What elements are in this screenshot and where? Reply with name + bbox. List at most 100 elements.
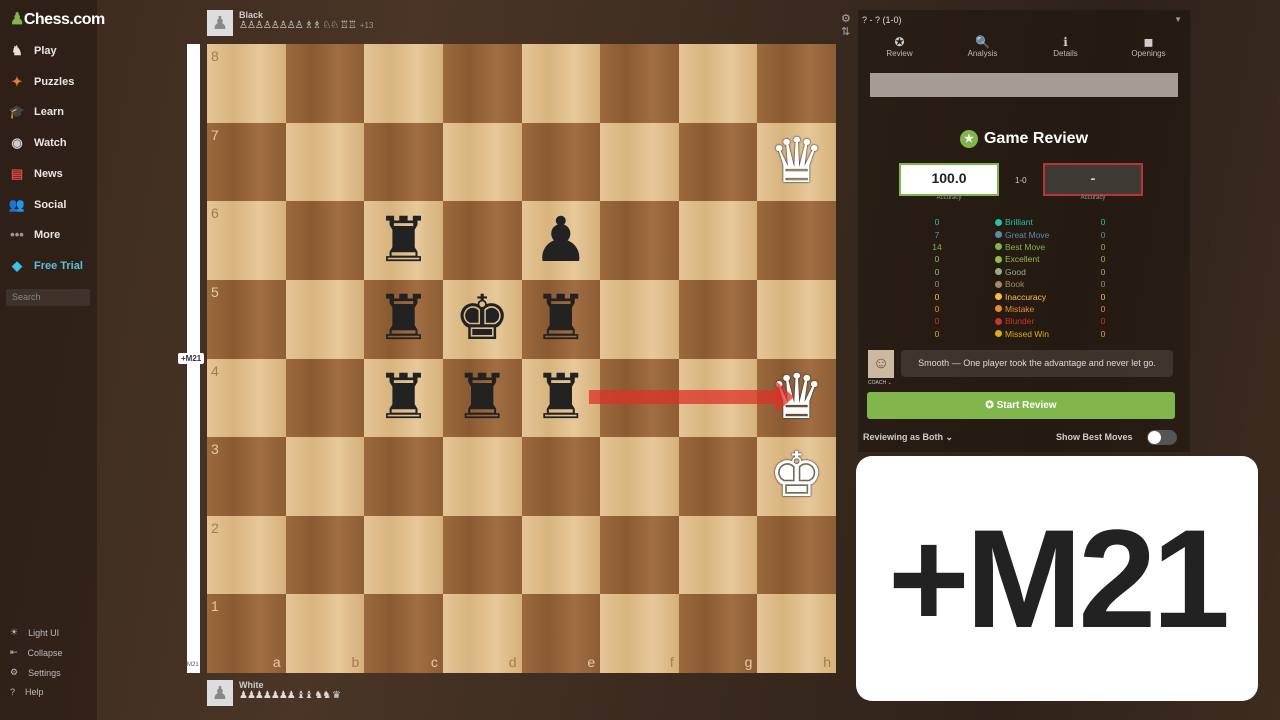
square-h2[interactable] bbox=[757, 515, 836, 595]
chess-board[interactable]: 8 7 ♛ 6 ♜ ♟ 5 ♜ ♚ ♜ 4 ♜ ♜ ♜ ♛ 3 ♚ 2 1 a b c d e f g h bbox=[207, 44, 836, 673]
square-a5[interactable]: 5 bbox=[207, 279, 286, 359]
black-piece[interactable]: ♜ bbox=[454, 366, 510, 429]
sidebar-item-social[interactable]: 👥 Social bbox=[8, 197, 67, 213]
square-d1[interactable]: d bbox=[442, 594, 522, 673]
sidebar-item-learn[interactable]: 🎓 Learn bbox=[8, 104, 64, 120]
tab-analysis[interactable]: 🔍 Analysis bbox=[941, 35, 1024, 58]
search-input[interactable]: Search bbox=[6, 289, 90, 306]
square-g2[interactable] bbox=[678, 515, 758, 595]
chess-logo[interactable]: ♟Chess.com bbox=[10, 9, 105, 29]
sidebar-item-free-trial[interactable]: ◆ Free Trial bbox=[8, 258, 83, 274]
square-d8[interactable] bbox=[442, 44, 522, 123]
square-e7[interactable] bbox=[521, 122, 601, 202]
square-b4[interactable] bbox=[285, 358, 365, 438]
square-f5[interactable] bbox=[600, 279, 679, 359]
avatar[interactable]: ♟ bbox=[207, 680, 233, 706]
square-b3[interactable] bbox=[285, 437, 365, 516]
square-a3[interactable]: 3 bbox=[207, 437, 286, 516]
sidebar-item-more[interactable]: ••• More bbox=[8, 227, 60, 242]
square-h6[interactable] bbox=[757, 201, 836, 280]
square-c6[interactable]: ♜ bbox=[364, 201, 443, 280]
black-piece[interactable]: ♜ bbox=[533, 288, 589, 350]
square-e3[interactable] bbox=[521, 437, 601, 516]
player-name[interactable]: Black bbox=[239, 10, 373, 20]
tab-review[interactable]: ✪ Review bbox=[858, 35, 941, 58]
square-b5[interactable] bbox=[285, 279, 365, 359]
square-a4[interactable]: 4 bbox=[207, 358, 286, 438]
square-a8[interactable]: 8 bbox=[207, 44, 286, 123]
sidebar-settings[interactable]: ⚙ Settings bbox=[10, 667, 61, 678]
square-e2[interactable] bbox=[521, 515, 601, 595]
square-b8[interactable] bbox=[285, 44, 365, 123]
square-b2[interactable] bbox=[285, 515, 365, 595]
square-c4[interactable]: ♜ bbox=[364, 358, 443, 438]
player-name[interactable]: White bbox=[239, 680, 340, 690]
square-f7[interactable] bbox=[600, 122, 679, 202]
square-g8[interactable] bbox=[678, 44, 758, 123]
black-piece[interactable]: ♚ bbox=[454, 288, 510, 350]
show-best-moves-toggle[interactable] bbox=[1147, 430, 1177, 445]
square-h7[interactable]: ♛ bbox=[757, 122, 836, 202]
square-h3[interactable]: ♚ bbox=[757, 437, 836, 516]
chevron-down-icon[interactable]: ▼ bbox=[1174, 15, 1182, 24]
coach-avatar[interactable]: ☺ bbox=[868, 350, 894, 378]
square-f2[interactable] bbox=[600, 515, 679, 595]
square-b7[interactable] bbox=[285, 122, 365, 202]
sidebar-item-puzzles[interactable]: ✦ Puzzles bbox=[8, 74, 75, 90]
black-piece[interactable]: ♜ bbox=[533, 366, 589, 429]
square-h5[interactable] bbox=[757, 279, 836, 359]
sidebar-item-news[interactable]: ▤ News bbox=[8, 166, 63, 182]
board-settings-icon[interactable]: ⚙ ⇅ bbox=[841, 12, 851, 38]
square-c7[interactable] bbox=[364, 122, 443, 202]
square-f3[interactable] bbox=[600, 437, 679, 516]
sidebar-help[interactable]: ? Help bbox=[10, 687, 44, 697]
sidebar-collapse[interactable]: ⇤ Collapse bbox=[10, 647, 63, 658]
square-h8[interactable] bbox=[757, 44, 836, 123]
square-d3[interactable] bbox=[442, 437, 522, 516]
square-g1[interactable]: g bbox=[678, 594, 758, 673]
square-c5[interactable]: ♜ bbox=[364, 279, 443, 359]
eval-graph[interactable] bbox=[870, 73, 1178, 97]
square-e8[interactable] bbox=[521, 44, 601, 123]
square-a7[interactable]: 7 bbox=[207, 122, 286, 202]
square-c2[interactable] bbox=[364, 515, 443, 595]
square-a1[interactable]: 1a bbox=[207, 594, 286, 673]
square-b1[interactable]: b bbox=[285, 594, 365, 673]
white-piece[interactable]: ♚ bbox=[769, 445, 825, 507]
square-g3[interactable] bbox=[678, 437, 758, 516]
start-review-button[interactable]: ✪ Start Review bbox=[867, 392, 1175, 419]
square-a2[interactable]: 2 bbox=[207, 515, 286, 595]
square-d2[interactable] bbox=[442, 515, 522, 595]
square-h1[interactable]: h bbox=[757, 594, 836, 673]
square-c8[interactable] bbox=[364, 44, 443, 123]
white-piece[interactable]: ♛ bbox=[769, 130, 825, 193]
coach-dropdown[interactable]: COACH ⌄ bbox=[868, 380, 892, 386]
square-g7[interactable] bbox=[678, 122, 758, 202]
square-e5[interactable]: ♜ bbox=[521, 279, 601, 359]
square-d7[interactable] bbox=[442, 122, 522, 202]
square-d5[interactable]: ♚ bbox=[442, 279, 522, 359]
square-e6[interactable]: ♟ bbox=[521, 201, 601, 280]
square-d6[interactable] bbox=[442, 201, 522, 280]
sidebar-item-watch[interactable]: ◉ Watch bbox=[8, 135, 66, 151]
square-b6[interactable] bbox=[285, 201, 365, 280]
avatar[interactable]: ♟ bbox=[207, 10, 233, 36]
square-f8[interactable] bbox=[600, 44, 679, 123]
square-f6[interactable] bbox=[600, 201, 679, 280]
tab-openings[interactable]: ◼ Openings bbox=[1107, 35, 1190, 58]
tab-details[interactable]: ℹ Details bbox=[1024, 35, 1107, 58]
square-e1[interactable]: e bbox=[521, 594, 601, 673]
square-a6[interactable]: 6 bbox=[207, 201, 286, 280]
sidebar-light-ui[interactable]: ☀ Light UI bbox=[10, 627, 59, 638]
sidebar-item-play[interactable]: ♞ Play bbox=[8, 43, 56, 59]
square-f1[interactable]: f bbox=[600, 594, 679, 673]
black-piece[interactable]: ♜ bbox=[376, 366, 432, 429]
square-g5[interactable] bbox=[678, 279, 758, 359]
square-g6[interactable] bbox=[678, 201, 758, 280]
black-piece[interactable]: ♜ bbox=[376, 209, 432, 272]
square-d4[interactable]: ♜ bbox=[442, 358, 522, 438]
reviewing-as-dropdown[interactable]: Reviewing as Both ⌄ bbox=[863, 432, 953, 443]
square-c3[interactable] bbox=[364, 437, 443, 516]
black-piece[interactable]: ♜ bbox=[376, 288, 432, 350]
black-piece[interactable]: ♟ bbox=[533, 209, 589, 272]
